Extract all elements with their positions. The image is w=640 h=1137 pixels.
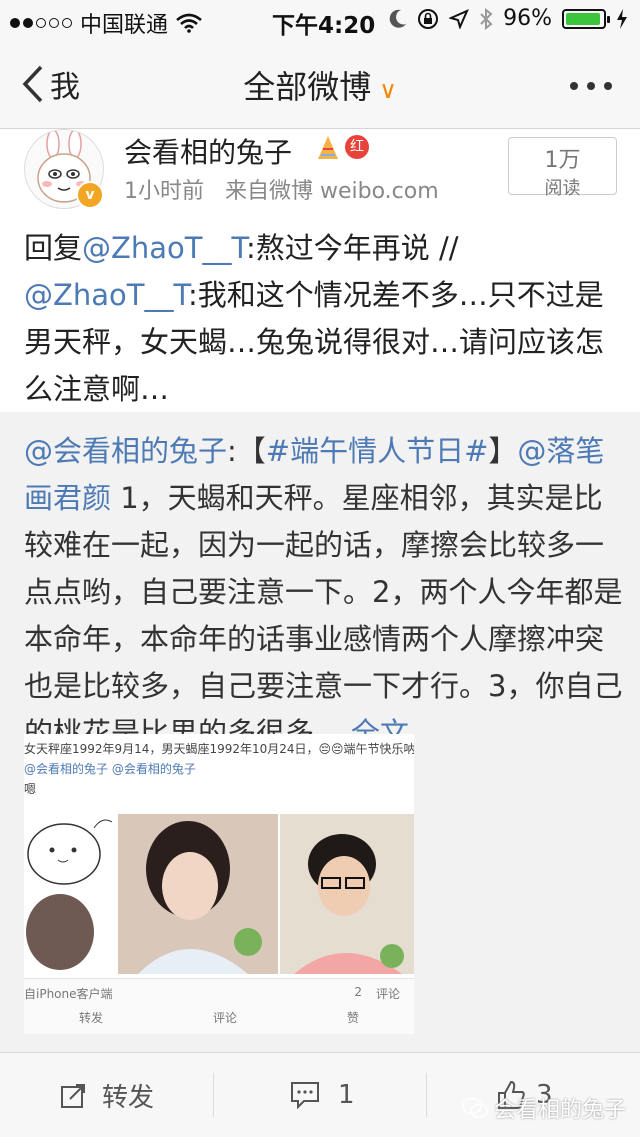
feed-title-dropdown[interactable]: 全部微博 ∨: [0, 62, 640, 108]
status-right: 96%: [389, 6, 628, 31]
content-text: 回复: [24, 231, 83, 265]
image-repost-count: 2: [354, 985, 362, 999]
wechat-icon: [462, 1097, 488, 1119]
post-time: 1小时前: [124, 179, 204, 204]
hashtag-link[interactable]: #端午情人节日#: [266, 434, 489, 468]
wifi-icon: [176, 13, 202, 33]
image-caption: 女天秤座1992年9月14，男天蝎座1992年10月24日，😔😔端午节快乐呐: [24, 742, 414, 756]
repost-label: 转发: [102, 1082, 155, 1113]
battery-percent: 96%: [503, 6, 552, 31]
image-stats: 2 评论: [354, 985, 400, 1002]
post-meta: 1小时前 来自微博 weibo.com: [124, 173, 439, 205]
comment-button[interactable]: 1: [290, 1053, 355, 1137]
repost-image[interactable]: 女天秤座1992年9月14，男天蝎座1992年10月24日，😔😔端午节快乐呐 @…: [24, 734, 414, 1034]
read-count: 1万: [544, 148, 581, 173]
clock: 下午4:20: [272, 13, 376, 39]
repost-button[interactable]: 转发: [60, 1053, 154, 1137]
carrier-group: 中国联通: [10, 7, 202, 39]
image-mentions: @会看相的兔子 @会看相的兔子: [24, 762, 196, 776]
more-dot: [604, 82, 612, 90]
image-source: 自iPhone客户端: [24, 987, 113, 1001]
chevron-down-icon: ∨: [379, 76, 397, 104]
post-source: 来自微博 weibo.com: [224, 179, 439, 204]
comment-icon: [291, 1082, 319, 1109]
content-text: :熬过今年再说 //: [246, 231, 459, 265]
comment-count: 1: [338, 1080, 355, 1110]
more-dot: [587, 82, 595, 90]
repost-text: :【: [227, 434, 266, 468]
image-footer: 自iPhone客户端 2 评论 转发 评论 赞: [24, 978, 414, 1034]
reposted-weibo[interactable]: @会看相的兔子:【#端午情人节日#】@落笔画君颜 1，天蝎和天秤。星座相邻，其实…: [0, 412, 640, 1052]
read-count-box: 1万 阅读: [508, 137, 617, 199]
watermark-text: 会看相的兔子: [494, 1098, 627, 1123]
read-label: 阅读: [544, 178, 581, 199]
watermark: 会看相的兔子: [462, 1092, 626, 1124]
more-options-button[interactable]: [570, 82, 612, 90]
party-hat-icon: [318, 136, 338, 159]
image-caption-line: 嗯: [24, 782, 37, 796]
image-comment-label: 评论: [375, 987, 400, 1001]
more-dot: [570, 82, 578, 90]
repost-text: 1，天蝎和天秤。星座相邻，其实是比较难在一起，因为一起的话，摩擦会比较多一点点哟…: [24, 481, 623, 750]
image-like-label: 赞: [346, 1011, 359, 1025]
post-content: 回复@ZhaoT__T:熬过今年再说 //@ZhaoT__T:我和这个情况差不多…: [24, 225, 624, 413]
moon-icon: [389, 9, 407, 28]
mention-link[interactable]: @ZhaoT__T: [24, 278, 188, 312]
bluetooth-icon: [480, 7, 493, 30]
mention-link[interactable]: @会看相的兔子: [24, 434, 227, 468]
battery-icon: [562, 8, 610, 29]
repost-icon: [61, 1084, 85, 1108]
repost-content: @会看相的兔子:【#端午情人节日#】@落笔画君颜 1，天蝎和天秤。星座相邻，其实…: [24, 428, 624, 757]
repost-text: 】: [488, 434, 518, 468]
location-icon: [449, 8, 470, 29]
girl-photo: [118, 814, 278, 974]
verified-badge: v: [76, 181, 104, 209]
toolbar-divider: [426, 1073, 427, 1117]
signal-strength-icon: [10, 18, 72, 28]
mention-link[interactable]: @ZhaoT__T: [82, 231, 246, 265]
carrier-name: 中国联通: [80, 13, 169, 38]
image-action-bar: 转发 评论 赞: [24, 1009, 414, 1026]
page-title: 全部微博: [243, 68, 372, 106]
navigation-bar: 我 全部微博 ∨: [0, 40, 640, 129]
boy-photo: [280, 814, 414, 974]
cartoon-photo: [24, 814, 116, 974]
status-bar: 中国联通 下午4:20 96%: [0, 0, 640, 40]
toolbar-divider: [213, 1073, 214, 1117]
weibo-post: v 会看相的兔子 红 1小时前 来自微博 weibo.com 1万 阅读 回复@…: [0, 129, 640, 412]
charging-icon: [617, 8, 627, 29]
image-repost-label: 转发: [78, 1011, 103, 1025]
red-badge-icon: 红: [345, 135, 369, 159]
rotation-lock-icon: [418, 8, 439, 29]
image-comment-label: 评论: [212, 1011, 237, 1025]
username[interactable]: 会看相的兔子: [124, 131, 292, 171]
